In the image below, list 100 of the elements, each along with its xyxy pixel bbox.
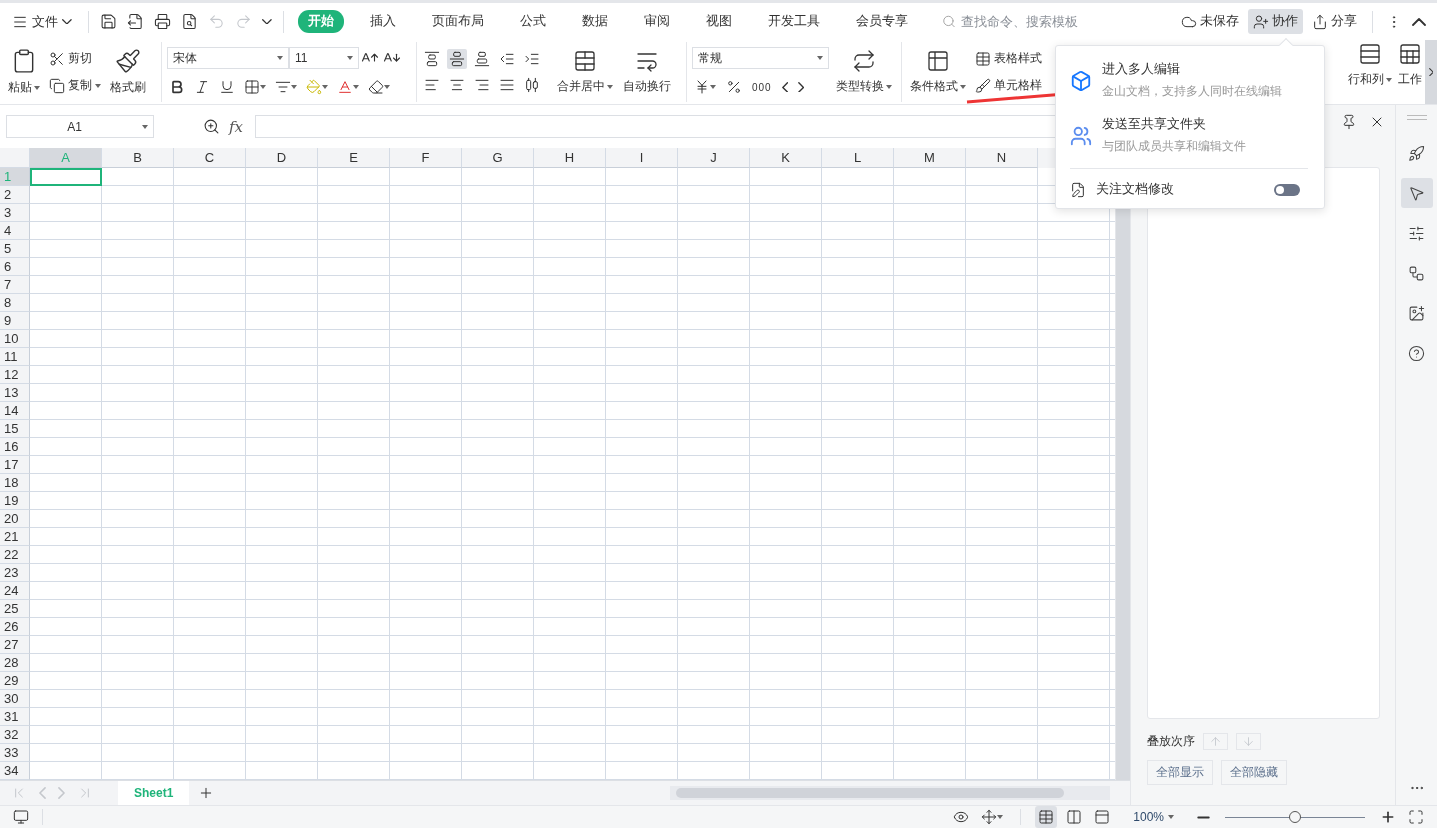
row-header[interactable]: 23 xyxy=(0,564,30,582)
column-header[interactable]: D xyxy=(246,148,318,168)
popup-item[interactable]: 发送至共享文件夹 与团队成员共享和编辑文件 xyxy=(1070,113,1314,158)
row-header[interactable]: 17 xyxy=(0,456,30,474)
name-box[interactable]: A1 xyxy=(6,115,154,138)
row-header[interactable]: 34 xyxy=(0,762,30,780)
font-select[interactable]: 宋体 xyxy=(167,47,289,69)
popup-item[interactable]: 进入多人编辑 金山文档，支持多人同时在线编辑 xyxy=(1070,58,1314,103)
row-header[interactable]: 4 xyxy=(0,222,30,240)
paste-button[interactable]: 粘贴 xyxy=(5,46,43,98)
row-header[interactable]: 2 xyxy=(0,186,30,204)
row-header[interactable]: 5 xyxy=(0,240,30,258)
table-style-button[interactable]: 表格样式 xyxy=(973,49,1044,68)
zoom-icon xyxy=(203,118,220,135)
row-header[interactable]: 11 xyxy=(0,348,30,366)
column-header[interactable]: E xyxy=(318,148,390,168)
row-header[interactable]: 6 xyxy=(0,258,30,276)
row-header[interactable]: 3 xyxy=(0,204,30,222)
panel-button[interactable]: 全部显示 xyxy=(1147,760,1213,785)
row-header[interactable]: 18 xyxy=(0,474,30,492)
toggle-switch[interactable] xyxy=(1274,183,1300,196)
row-header[interactable]: 9 xyxy=(0,312,30,330)
row-header[interactable]: 24 xyxy=(0,582,30,600)
column-header[interactable]: B xyxy=(102,148,174,168)
row-header[interactable]: 27 xyxy=(0,636,30,654)
align-button[interactable] xyxy=(422,49,442,69)
row-header[interactable]: 19 xyxy=(0,492,30,510)
row-header[interactable]: 13 xyxy=(0,384,30,402)
row-header[interactable]: 32 xyxy=(0,726,30,744)
row-header[interactable]: 21 xyxy=(0,528,30,546)
decrease-decimal-button[interactable] xyxy=(796,79,807,95)
row-header[interactable]: 16 xyxy=(0,438,30,456)
ribbon-tab[interactable]: 公式 xyxy=(509,10,556,33)
thousands-button[interactable]: 000 xyxy=(750,79,774,95)
number-format-select[interactable]: 常规 xyxy=(692,47,829,69)
row-header[interactable]: 14 xyxy=(0,402,30,420)
column-header[interactable]: L xyxy=(822,148,894,168)
ribbon-tab[interactable]: 审阅 xyxy=(633,10,680,33)
convert-button[interactable]: 类型转换 xyxy=(833,47,895,97)
ribbon-tab[interactable]: 数据 xyxy=(571,10,618,33)
cut-button[interactable]: 剪切 xyxy=(47,49,103,68)
horizontal-scrollbar[interactable] xyxy=(670,786,1110,800)
row-header[interactable]: 28 xyxy=(0,654,30,672)
ribbon-tab[interactable]: 插入 xyxy=(359,10,406,33)
column-header[interactable]: H xyxy=(534,148,606,168)
row-header[interactable]: 25 xyxy=(0,600,30,618)
row-header[interactable]: 29 xyxy=(0,672,30,690)
column-header[interactable]: F xyxy=(390,148,462,168)
row-header[interactable]: 8 xyxy=(0,294,30,312)
side-tool-button[interactable] xyxy=(1400,178,1433,208)
fill-color-button[interactable] xyxy=(304,77,330,97)
drag-handle[interactable] xyxy=(1406,115,1427,120)
row-header[interactable]: 30 xyxy=(0,690,30,708)
conditional-format-button[interactable]: 条件格式 xyxy=(907,47,969,97)
row-header[interactable]: 20 xyxy=(0,510,30,528)
align-button[interactable] xyxy=(447,49,467,69)
copy-button[interactable]: 复制 xyxy=(47,76,103,95)
rows-columns-button[interactable]: 行和列 xyxy=(1345,40,1395,104)
column-header[interactable]: I xyxy=(606,148,678,168)
row-header[interactable]: 26 xyxy=(0,618,30,636)
row-header[interactable]: 22 xyxy=(0,546,30,564)
worksheet-button[interactable]: 工作 xyxy=(1395,40,1425,104)
format-painter-button[interactable]: 格式刷 xyxy=(107,46,149,98)
zoom-select[interactable]: 100% xyxy=(1127,809,1180,825)
unsaved-button[interactable]: 未保存 xyxy=(1176,9,1244,34)
column-header[interactable]: J xyxy=(678,148,750,168)
share-button[interactable]: 分享 xyxy=(1307,9,1362,34)
function-label[interactable]: fx xyxy=(229,117,243,136)
paintbrush-icon xyxy=(115,48,141,74)
align-button[interactable] xyxy=(472,49,492,69)
cell-style-button[interactable]: 单元格样 xyxy=(973,76,1044,95)
column-header[interactable]: N xyxy=(966,148,1038,168)
column-header[interactable]: M xyxy=(894,148,966,168)
slider-thumb[interactable] xyxy=(1289,811,1301,823)
ribbon-tab[interactable]: 开发工具 xyxy=(757,10,830,33)
column-header[interactable]: K xyxy=(750,148,822,168)
collab-button[interactable]: 协作 xyxy=(1248,9,1303,34)
row-header[interactable]: 33 xyxy=(0,744,30,762)
increase-decimal-button[interactable] xyxy=(779,79,790,95)
column-header[interactable]: G xyxy=(462,148,534,168)
file-menu[interactable]: 文件 xyxy=(8,10,76,33)
ribbon-tab[interactable]: 会员专享 xyxy=(845,10,918,33)
clear-button[interactable] xyxy=(366,77,392,97)
ribbon-tab[interactable]: 页面布局 xyxy=(421,10,494,33)
merge-button[interactable]: 合并居中 xyxy=(554,47,616,97)
ribbon-tab[interactable]: 视图 xyxy=(695,10,742,33)
row-header[interactable]: 15 xyxy=(0,420,30,438)
row-header[interactable]: 7 xyxy=(0,276,30,294)
rows-icon xyxy=(1358,42,1382,66)
row-header[interactable]: 12 xyxy=(0,366,30,384)
row-header[interactable]: 10 xyxy=(0,330,30,348)
panel-button[interactable]: 全部隐藏 xyxy=(1221,760,1287,785)
column-header[interactable]: C xyxy=(174,148,246,168)
font-size-select[interactable]: 11 xyxy=(289,47,359,69)
wrap-text-button[interactable]: 自动换行 xyxy=(620,47,674,97)
row-header[interactable]: 31 xyxy=(0,708,30,726)
search-field[interactable]: 查找命令、搜索模板 xyxy=(937,11,1098,32)
view-mode-button[interactable] xyxy=(1035,806,1058,828)
active-cell[interactable] xyxy=(30,168,102,186)
borders-button[interactable] xyxy=(242,77,268,97)
